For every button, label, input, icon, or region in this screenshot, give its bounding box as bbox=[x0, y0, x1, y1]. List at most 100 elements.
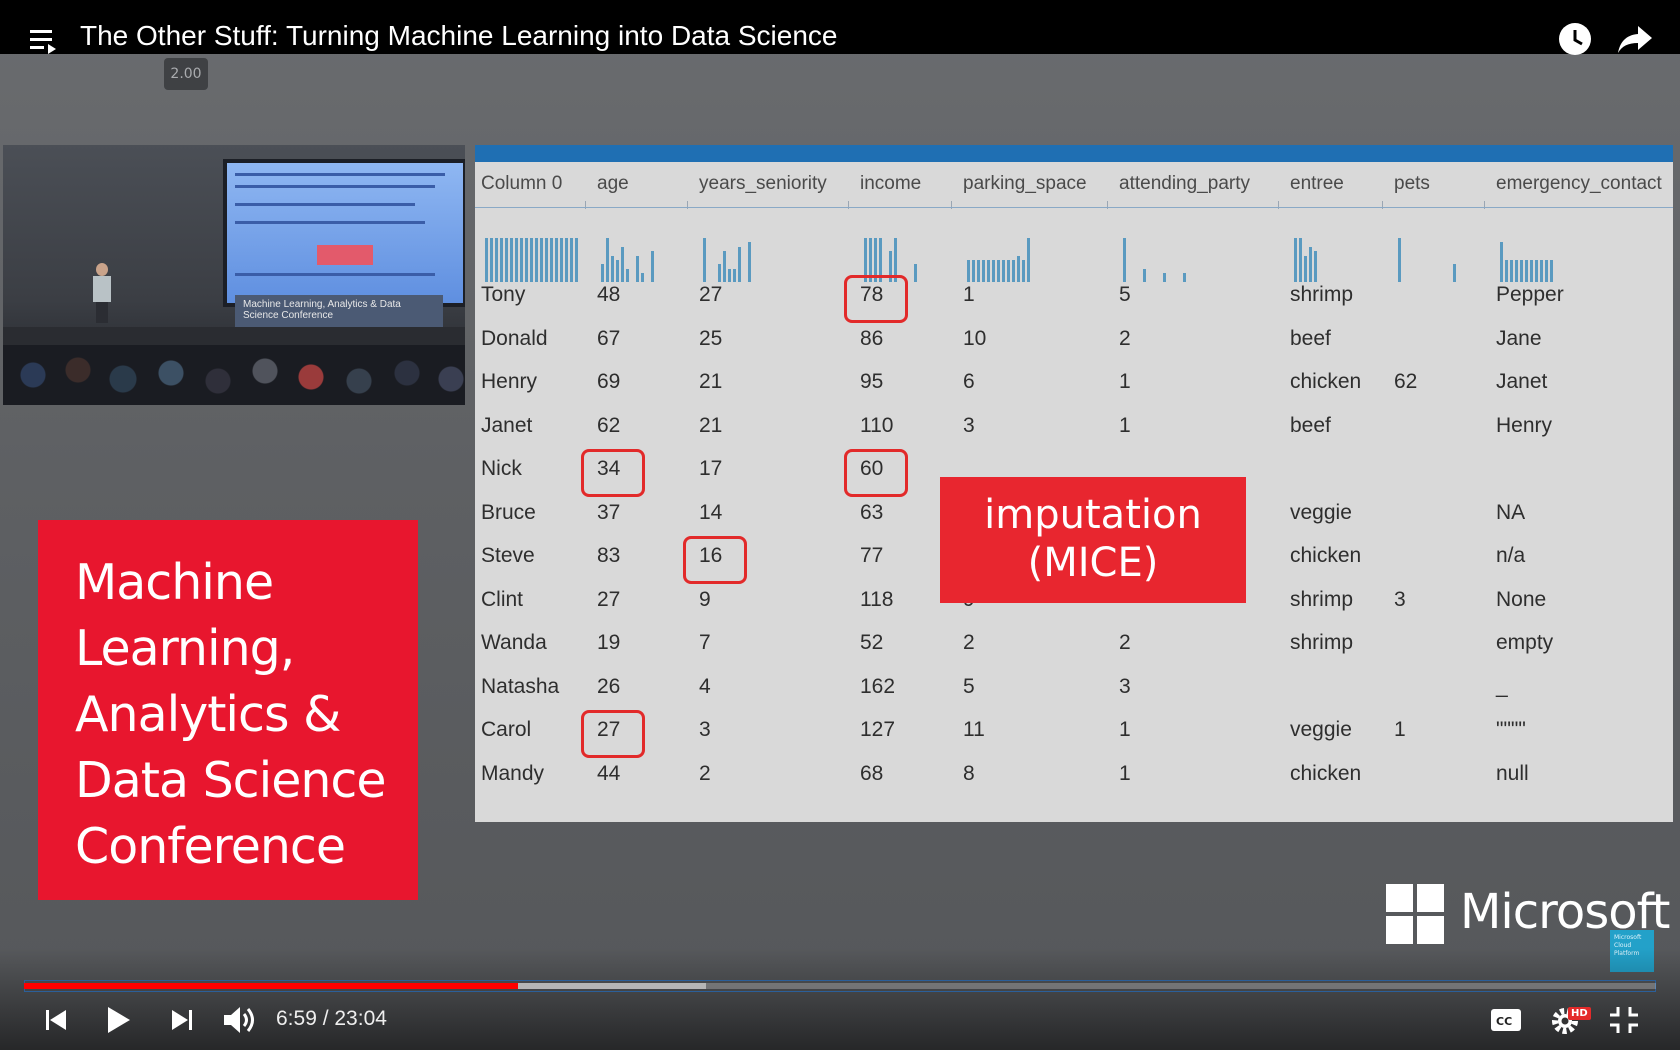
histogram-bar bbox=[1183, 273, 1186, 282]
play-icon[interactable] bbox=[106, 1005, 132, 1035]
table-cell: chicken bbox=[1290, 370, 1362, 393]
captions-icon[interactable]: CC bbox=[1490, 1008, 1522, 1032]
histogram-bar bbox=[1545, 260, 1548, 282]
histogram-bar bbox=[525, 238, 528, 282]
histogram-bar bbox=[728, 269, 731, 282]
table-cell: 1 bbox=[1119, 761, 1131, 785]
column-header: income bbox=[860, 173, 922, 194]
table-cell: 8 bbox=[963, 761, 975, 785]
histogram-bar bbox=[703, 238, 706, 282]
histogram-bar bbox=[601, 264, 604, 282]
table-cell: 48 bbox=[597, 283, 621, 306]
histogram-bar bbox=[1515, 260, 1518, 282]
histogram-bar bbox=[1143, 269, 1146, 282]
table-cell: 7 bbox=[699, 631, 711, 654]
histogram-bar bbox=[540, 238, 543, 282]
table-cell: 62 bbox=[1394, 370, 1418, 393]
table-cell: 26 bbox=[597, 674, 621, 698]
histogram-bar bbox=[738, 247, 741, 282]
histogram-bar bbox=[1550, 260, 1553, 282]
table-cell: 3 bbox=[963, 413, 975, 437]
histogram-bar bbox=[555, 238, 558, 282]
volume-icon[interactable] bbox=[222, 1004, 258, 1036]
table-cell: 1 bbox=[1119, 370, 1131, 393]
histogram-bar bbox=[1540, 260, 1543, 282]
table-cell: 21 bbox=[699, 413, 723, 437]
table-cell: 110 bbox=[860, 413, 894, 437]
table-cell: 2 bbox=[1119, 326, 1131, 350]
svg-text:CC: CC bbox=[1496, 1015, 1512, 1028]
histogram-bar bbox=[1163, 273, 1166, 282]
column-header: Column 0 bbox=[481, 173, 563, 194]
table-cell: 83 bbox=[597, 544, 621, 567]
previous-icon[interactable] bbox=[44, 1008, 68, 1032]
table-cell: 3 bbox=[1119, 674, 1131, 698]
table-cell: chicken bbox=[1290, 544, 1362, 567]
table-cell: 25 bbox=[699, 326, 723, 350]
table-cell: beef bbox=[1290, 326, 1331, 350]
table-cell: n/a bbox=[1496, 544, 1526, 567]
table-cell: Pepper bbox=[1496, 283, 1564, 306]
imputed-value-highlight bbox=[683, 536, 747, 584]
row-name-cell: Natasha bbox=[481, 674, 560, 698]
data-table-slide: Column 0 age years_seniority income parking_… bbox=[475, 145, 1673, 822]
table-cell: Jane bbox=[1496, 326, 1542, 350]
table-cell: 21 bbox=[699, 370, 723, 393]
table-cell: 67 bbox=[597, 326, 621, 350]
table-cell: 118 bbox=[860, 587, 894, 611]
histogram-bar bbox=[992, 260, 995, 282]
imputed-value-highlight bbox=[844, 449, 908, 497]
watch-later-icon[interactable] bbox=[1558, 22, 1592, 56]
next-icon[interactable] bbox=[170, 1008, 194, 1032]
histogram-bar bbox=[611, 256, 614, 282]
histogram-bar bbox=[1314, 251, 1317, 282]
video-title[interactable]: The Other Stuff: Turning Machine Learnin… bbox=[80, 20, 837, 52]
playlist-icon[interactable] bbox=[30, 28, 60, 54]
histogram-bar bbox=[570, 238, 573, 282]
histogram-bar bbox=[535, 238, 538, 282]
table-cell: None bbox=[1496, 587, 1547, 611]
histogram-bar bbox=[733, 269, 736, 282]
table-cell: 162 bbox=[860, 674, 896, 698]
imputed-value-highlight bbox=[581, 710, 645, 758]
slide-top-bar bbox=[475, 145, 1673, 162]
table-cell: 63 bbox=[860, 500, 884, 524]
table-cell: 14 bbox=[699, 500, 723, 524]
table-cell: 2 bbox=[963, 631, 975, 654]
video-frame[interactable]: Machine Learning, Analytics & Data Scien… bbox=[0, 0, 1680, 1050]
table-cell: NA bbox=[1496, 500, 1526, 524]
histogram-bar bbox=[723, 251, 726, 282]
exit-fullscreen-icon[interactable] bbox=[1610, 1007, 1638, 1033]
conference-banner: Machine Learning, Analytics & Data Scien… bbox=[235, 295, 443, 331]
table-cell: chicken bbox=[1290, 761, 1362, 785]
row-name-cell: Bruce bbox=[481, 500, 536, 524]
histogram-bar bbox=[1309, 247, 1312, 282]
progress-bar[interactable] bbox=[24, 983, 1656, 989]
row-name-cell: Wanda bbox=[481, 631, 547, 654]
histogram-bar bbox=[545, 238, 548, 282]
histogram-bar bbox=[565, 238, 568, 282]
histogram-bar bbox=[626, 269, 629, 282]
table-cell: 1 bbox=[1119, 413, 1131, 437]
row-name-cell: Nick bbox=[481, 457, 522, 480]
histogram-bar bbox=[616, 260, 619, 282]
table-cell: 3 bbox=[1394, 587, 1406, 611]
table-cell: 27 bbox=[699, 283, 723, 306]
table-cell: 2 bbox=[699, 761, 711, 785]
histogram-bar bbox=[1505, 260, 1508, 282]
table-cell: 44 bbox=[597, 761, 621, 785]
table-cell: 5 bbox=[1119, 283, 1131, 306]
histogram-bar bbox=[1012, 260, 1015, 282]
histogram-bar bbox=[641, 273, 644, 282]
share-icon[interactable] bbox=[1618, 24, 1654, 54]
table-cell: 77 bbox=[860, 544, 884, 567]
table-cell: veggie bbox=[1290, 500, 1352, 524]
histogram-bar bbox=[1525, 260, 1528, 282]
histogram-bar bbox=[1299, 238, 1302, 282]
histogram-bar bbox=[997, 260, 1000, 282]
histogram-bar bbox=[510, 238, 513, 282]
table-cell: shrimp bbox=[1290, 631, 1354, 654]
histogram-bar bbox=[490, 238, 493, 282]
table-cell: 11 bbox=[963, 718, 985, 741]
table-cell: 3 bbox=[699, 718, 711, 741]
